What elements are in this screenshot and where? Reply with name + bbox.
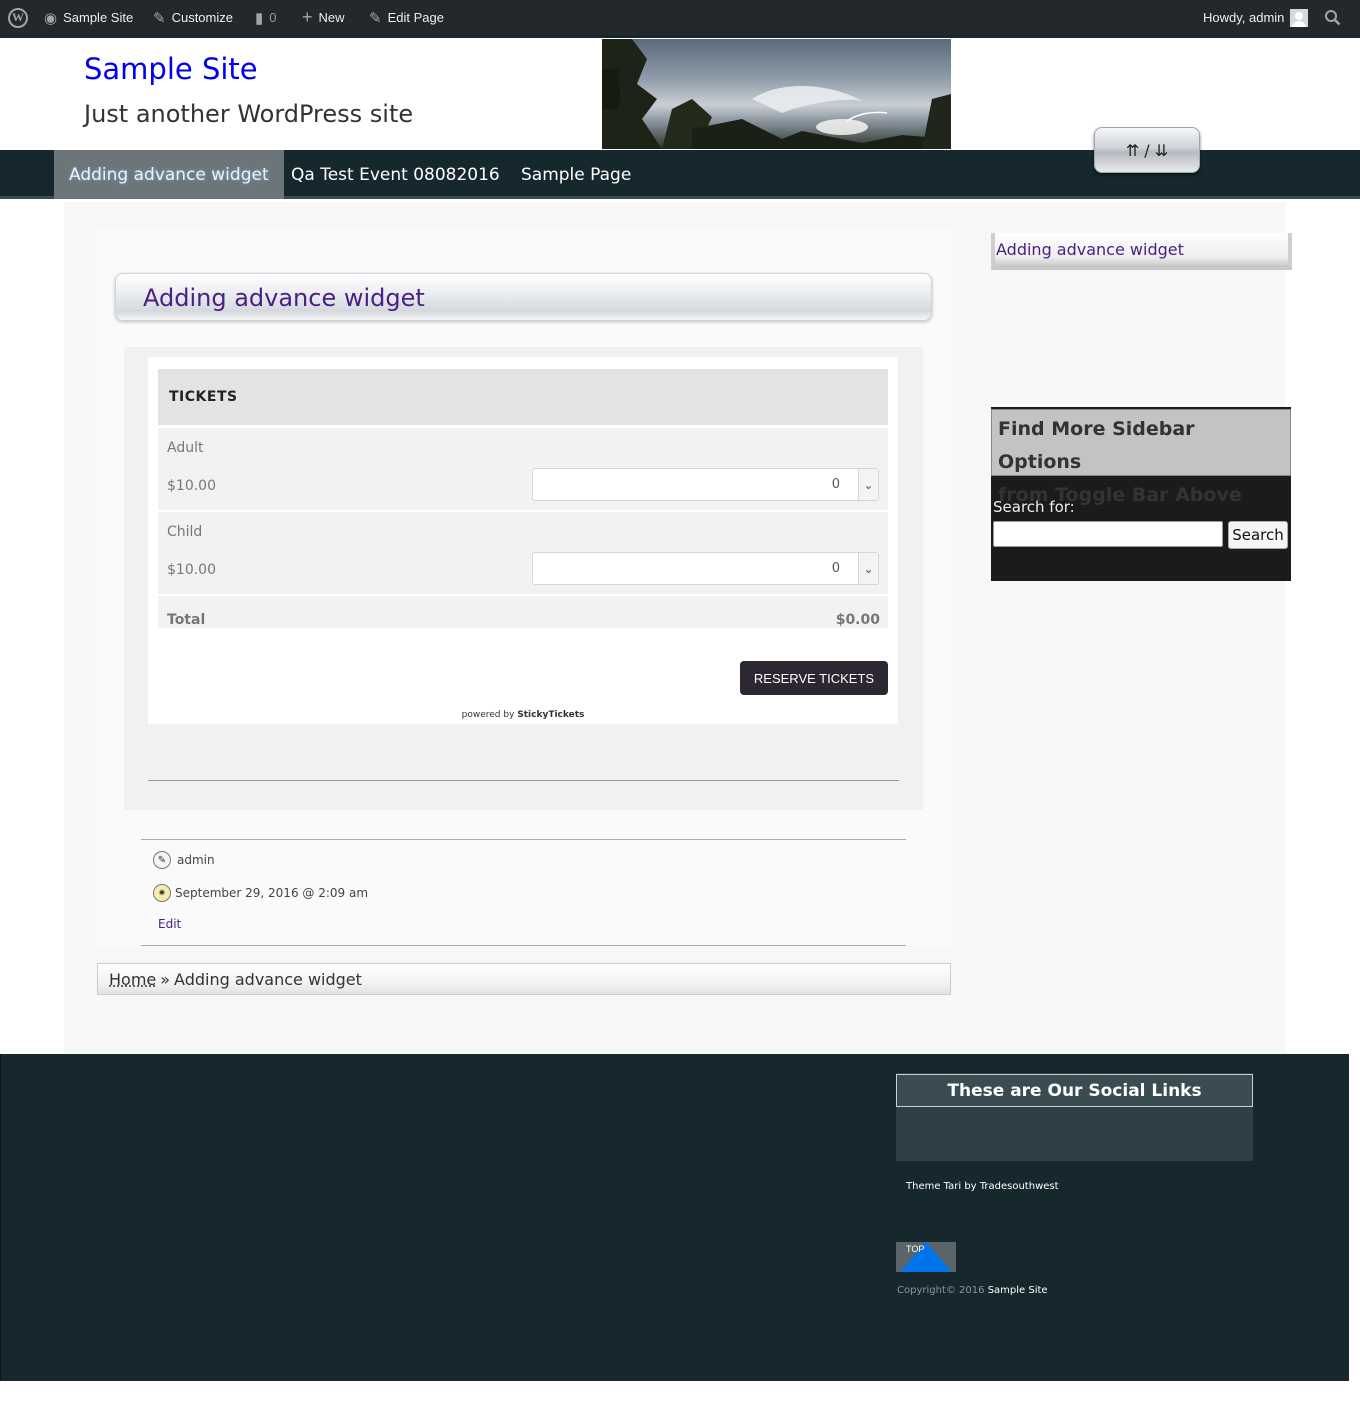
toggle-bar-button[interactable]: ⇈ / ⇊ [1094, 127, 1200, 173]
nav-item-adding-advance-widget[interactable]: Adding advance widget [54, 150, 284, 199]
chevron-down-icon[interactable]: ⌄ [858, 553, 878, 584]
reserve-tickets-button[interactable]: RESERVE TICKETS [740, 661, 888, 695]
copyright: Copyright© 2016 Sample Site [897, 1285, 1048, 1296]
customize-link[interactable]: ✎ Customize [153, 0, 233, 35]
sidebar-pages-widget: Adding advance widget [991, 233, 1292, 270]
new-content-menu[interactable]: + New [302, 0, 345, 35]
howdy-label: Howdy, admin [1203, 10, 1285, 25]
admin-bar: W ◉ Sample Site ✎ Customize ▮ 0 + New ✎ … [0, 0, 1360, 35]
post-date: September 29, 2016 @ 2:09 am [175, 886, 369, 900]
sticky-tickets-link[interactable]: StickyTickets [517, 710, 584, 720]
my-account-menu[interactable]: Howdy, admin [1203, 0, 1309, 35]
search-button[interactable]: Search [1228, 521, 1288, 549]
breadcrumb-separator: » [160, 969, 171, 989]
meta-divider-top [141, 839, 906, 840]
site-tagline: Just another WordPress site [84, 100, 414, 128]
page-title: Adding advance widget [143, 284, 425, 312]
search-label: Search for: [993, 498, 1075, 516]
edit-page-link[interactable]: ✎ Edit Page [369, 0, 444, 35]
avatar [1290, 8, 1309, 27]
ticket-name: Adult [167, 440, 204, 456]
wordpress-logo-menu[interactable]: W [8, 0, 28, 35]
post-author[interactable]: admin [177, 853, 215, 867]
sidebar-page-link[interactable]: Adding advance widget [996, 240, 1184, 259]
nav-item-qa-test-event[interactable]: Qa Test Event 08082016 [276, 150, 515, 199]
quantity-value: 0 [831, 561, 840, 576]
total-value: $0.00 [835, 612, 880, 628]
social-links-widget: These are Our Social Links [896, 1073, 1253, 1161]
pencil-icon: ✎ [369, 9, 382, 27]
ticket-row-adult: Adult $10.00 0 ⌄ [158, 428, 888, 510]
sidebar-title-line-1: Find More Sidebar Options [998, 418, 1195, 473]
chevron-down-icon[interactable]: ⌄ [858, 469, 878, 500]
tickets-heading: TICKETS [169, 389, 238, 405]
content-divider [148, 780, 899, 781]
site-name-label: Sample Site [63, 10, 134, 25]
site-name-menu[interactable]: ◉ Sample Site [44, 0, 133, 35]
breadcrumb-current: Adding advance widget [174, 969, 362, 989]
edit-page-label: Edit Page [387, 10, 444, 25]
meta-divider-bottom [141, 945, 906, 946]
total-label: Total [167, 612, 206, 628]
edit-link[interactable]: Edit [158, 917, 181, 931]
theme-credit[interactable]: Theme Tari by Tradesouthwest [906, 1181, 1059, 1192]
top-label: TOP [906, 1244, 925, 1254]
customize-label: Customize [171, 10, 233, 25]
wordpress-icon: W [8, 7, 28, 28]
copyright-site-link[interactable]: Sample Site [988, 1285, 1048, 1296]
date-sun-icon: ✷ [153, 884, 171, 902]
nav-item-sample-page[interactable]: Sample Page [506, 150, 646, 199]
header-image [602, 39, 951, 149]
ticket-name: Child [167, 524, 203, 540]
sidebar-search-widget: Find More Sidebar Options from Toggle Ba… [991, 407, 1291, 581]
back-to-top-button[interactable]: TOP [896, 1242, 956, 1272]
sky-trees-image [602, 39, 951, 149]
site-title[interactable]: Sample Site [84, 52, 258, 86]
breadcrumb-home-link[interactable]: Home [109, 970, 156, 989]
comments-count: 0 [269, 10, 277, 25]
copyright-prefix: Copyright© 2016 [897, 1285, 985, 1296]
author-pencil-icon: ✎ [153, 851, 171, 869]
ticket-quantity-select[interactable]: 0 ⌄ [532, 552, 879, 585]
brush-icon: ✎ [153, 9, 166, 27]
social-links-title: These are Our Social Links [896, 1074, 1253, 1107]
comment-icon: ▮ [255, 9, 264, 27]
admin-bar-divider [0, 35, 1360, 38]
quantity-value: 0 [831, 477, 840, 492]
comments-link[interactable]: ▮ 0 [255, 0, 277, 35]
powered-by: powered by StickyTickets [148, 710, 898, 720]
tickets-header: TICKETS [158, 369, 888, 425]
search-input[interactable] [993, 521, 1223, 547]
dashboard-icon: ◉ [44, 9, 58, 27]
ticket-price: $10.00 [167, 562, 216, 578]
breadcrumb: Home » Adding advance widget [97, 963, 951, 995]
powered-by-text: powered by [461, 710, 515, 720]
ticket-price: $10.00 [167, 478, 216, 494]
sidebar-widget-title: Find More Sidebar Options from Toggle Ba… [991, 409, 1291, 506]
plus-icon: + [302, 7, 313, 27]
admin-search[interactable] [1324, 0, 1341, 35]
ticket-quantity-select[interactable]: 0 ⌄ [532, 468, 879, 501]
entry-title-bar: Adding advance widget [115, 273, 932, 321]
search-icon [1325, 10, 1341, 26]
ticket-total-row: Total $0.00 [158, 596, 888, 628]
new-label: New [318, 10, 345, 25]
ticket-row-child: Child $10.00 0 ⌄ [158, 512, 888, 594]
